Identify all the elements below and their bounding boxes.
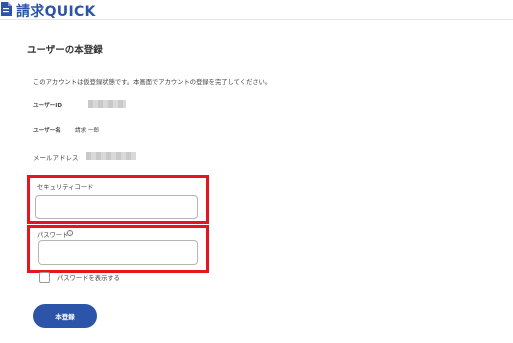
security-code-input[interactable] — [35, 195, 198, 219]
info-icon[interactable]: i — [67, 230, 73, 236]
email-value-masked — [86, 152, 136, 160]
show-password-label[interactable]: パスワードを表示する — [57, 273, 120, 282]
password-input[interactable] — [38, 240, 198, 265]
email-label: メールアドレス — [33, 154, 79, 162]
security-code-label: セキュリティコード — [37, 184, 94, 191]
user-id-label: ユーザーID — [33, 103, 62, 109]
document-logo-icon — [1, 2, 12, 16]
user-name-label: ユーザー名 — [33, 128, 61, 134]
user-id-value-masked — [88, 100, 126, 108]
page-title: ユーザーの本登録 — [27, 45, 103, 56]
app-logo-text: 請求QUICK — [16, 4, 96, 20]
show-password-checkbox[interactable] — [39, 272, 50, 283]
password-label: パスワード — [37, 232, 69, 239]
registration-notice: このアカウントは仮登録状態です。本画面でアカウントの登録を完了してください。 — [33, 79, 272, 86]
register-button[interactable]: 本登録 — [33, 304, 97, 328]
app-header: 請求QUICK — [0, 0, 513, 20]
user-name-value: 請求 一郎 — [75, 128, 100, 134]
